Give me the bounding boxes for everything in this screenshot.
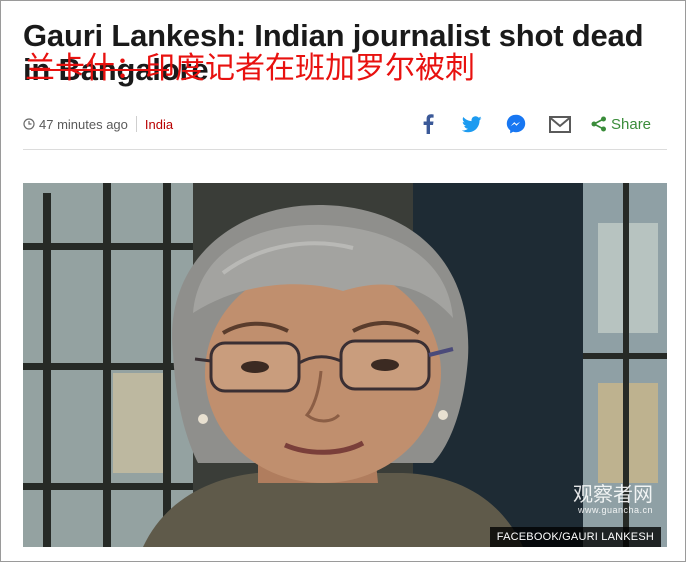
article-photo: 观察者网 www.guancha.cn FACEBOOK/GAURI LANKE… [23,183,667,547]
email-share-button[interactable] [545,109,575,139]
messenger-share-button[interactable] [501,109,531,139]
twitter-icon [462,115,482,132]
messenger-icon [506,114,526,134]
facebook-icon [423,114,434,134]
meta-divider [135,116,137,132]
share-label: Share [611,115,652,133]
clock-icon [23,118,35,130]
header-divider [23,149,667,150]
portrait-illustration [23,183,667,547]
share-icon [591,116,606,132]
article-meta: 47 minutes ago India [23,113,173,135]
overlay-strike-line [31,69,169,71]
twitter-share-button[interactable] [457,109,487,139]
watermark-url: www.guancha.cn [577,505,653,515]
section-link[interactable]: India [145,117,173,132]
article-frame: Gauri Lankesh: Indian journalist shot de… [0,0,686,562]
email-icon [549,115,571,133]
watermark-name: 观察者网 [573,482,653,506]
watermark: 观察者网 www.guancha.cn [573,483,653,515]
timestamp: 47 minutes ago [39,116,128,132]
share-button[interactable]: Share [591,116,651,133]
facebook-share-button[interactable] [413,109,443,139]
share-toolbar: Share [413,109,651,139]
photo-caption: FACEBOOK/GAURI LANKESH [489,527,661,547]
